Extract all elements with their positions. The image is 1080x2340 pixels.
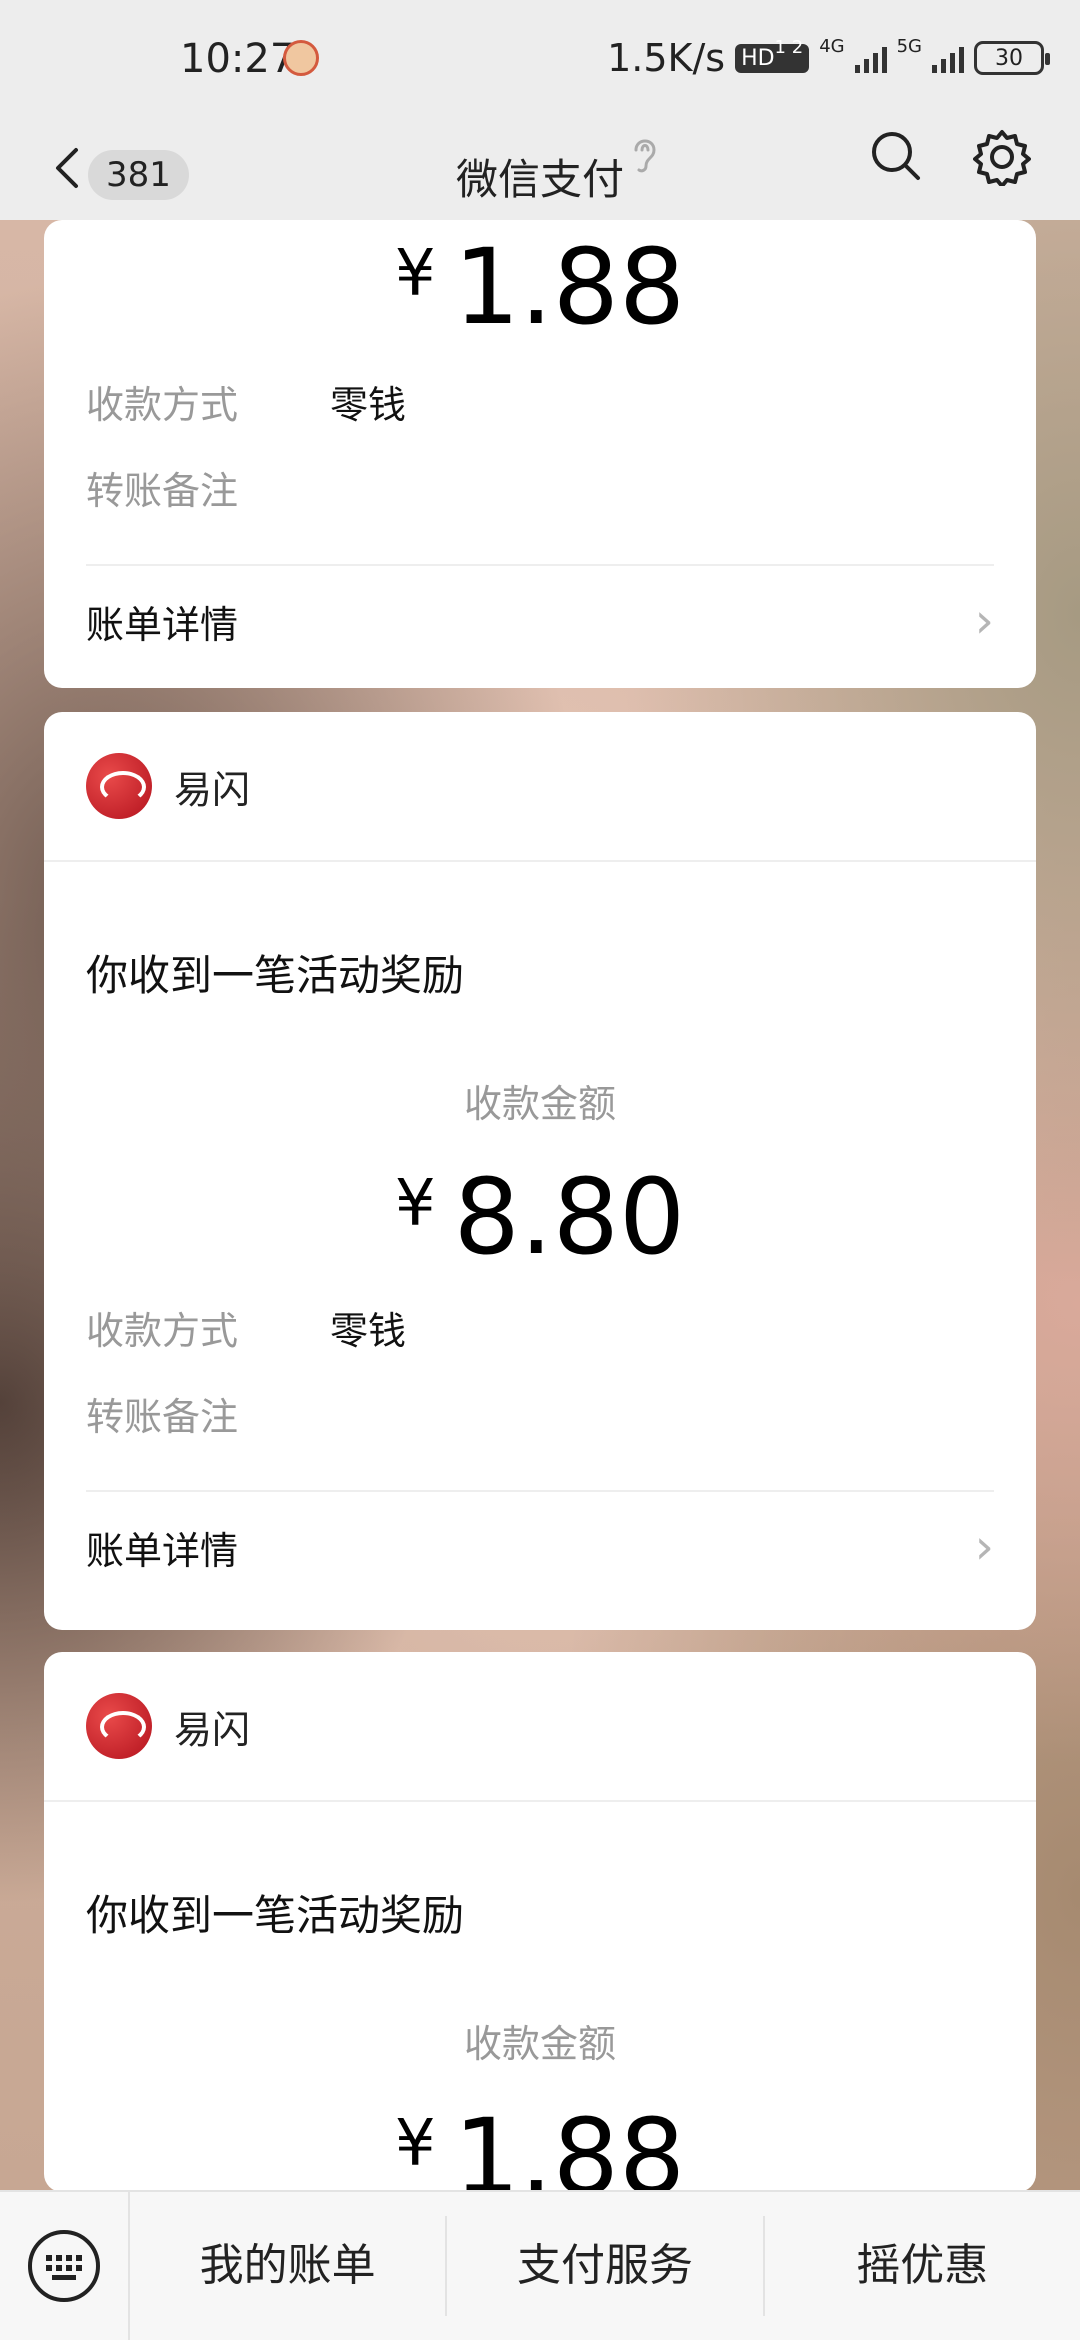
chevron-right-icon: › bbox=[974, 593, 994, 649]
payment-method-row: 收款方式 零钱 bbox=[44, 1284, 1036, 1370]
chevron-right-icon: › bbox=[974, 1519, 994, 1575]
transaction-card: ¥1.88 收款方式 零钱 转账备注 账单详情 › bbox=[44, 220, 1036, 688]
brand-logo-icon bbox=[86, 1693, 152, 1759]
card-header[interactable]: 易闪 bbox=[44, 712, 1036, 862]
clock: 10:27 bbox=[180, 36, 296, 82]
amount: ¥1.88 bbox=[44, 2096, 1036, 2192]
status-bar: 10:27 1.5K/s HD1 2 4G 5G 30 bbox=[0, 0, 1080, 120]
hd-icon: HD1 2 bbox=[735, 37, 810, 73]
status-right: 1.5K/s HD1 2 4G 5G 30 bbox=[607, 35, 1050, 80]
bill-detail-label: 账单详情 bbox=[86, 602, 239, 647]
amount: ¥1.88 bbox=[44, 226, 1036, 348]
keyboard-toggle[interactable] bbox=[0, 2191, 130, 2340]
bill-detail-label: 账单详情 bbox=[86, 1528, 239, 1573]
bottom-toolbar: 我的账单 支付服务 摇优惠 bbox=[0, 2190, 1080, 2340]
lte-label: 4G bbox=[819, 35, 845, 57]
currency-sign: ¥ bbox=[394, 2107, 436, 2181]
amount: ¥8.80 bbox=[44, 1156, 1036, 1278]
brand-logo-icon bbox=[86, 753, 152, 819]
amount-value: 1.88 bbox=[453, 2096, 686, 2192]
transaction-card: 易闪 你收到一笔活动奖励 收款金额 ¥1.88 bbox=[44, 1652, 1036, 2192]
gear-icon[interactable] bbox=[973, 128, 1031, 186]
tab-my-bills[interactable]: 我的账单 bbox=[130, 2216, 448, 2316]
ear-icon[interactable] bbox=[630, 132, 660, 174]
signal-icon bbox=[854, 43, 887, 73]
keyboard-icon bbox=[28, 2230, 100, 2302]
bill-detail-link[interactable]: 账单详情 › bbox=[44, 1492, 1036, 1602]
battery-icon: 30 bbox=[974, 41, 1050, 75]
card-title: 你收到一笔活动奖励 bbox=[86, 1891, 465, 1940]
brand-name: 易闪 bbox=[174, 767, 251, 812]
signal-icon-2 bbox=[932, 43, 964, 73]
currency-sign: ¥ bbox=[394, 1167, 436, 1241]
transfer-note-row: 转账备注 bbox=[44, 1370, 1036, 1456]
tab-shake-offers[interactable]: 摇优惠 bbox=[765, 2216, 1080, 2316]
card-title: 你收到一笔活动奖励 bbox=[86, 951, 465, 1000]
hd-sub: 1 2 bbox=[774, 36, 804, 58]
currency-sign: ¥ bbox=[394, 237, 436, 311]
brand-name: 易闪 bbox=[174, 1707, 251, 1752]
amount-value: 8.80 bbox=[453, 1156, 686, 1278]
amount-label: 收款金额 bbox=[463, 2022, 616, 2066]
payment-method-value: 零钱 bbox=[330, 382, 407, 427]
notification-emoji-icon bbox=[283, 40, 319, 76]
transfer-note-row: 转账备注 bbox=[44, 444, 1036, 530]
fiveg-label: 5G bbox=[896, 35, 922, 57]
payment-method-row: 收款方式 零钱 bbox=[44, 358, 1036, 444]
amount-label: 收款金额 bbox=[463, 1082, 616, 1126]
tab-payment-services[interactable]: 支付服务 bbox=[447, 2216, 765, 2316]
transaction-card: 易闪 你收到一笔活动奖励 收款金额 ¥8.80 收款方式 零钱 转账备注 账单详… bbox=[44, 712, 1036, 1630]
amount-value: 1.88 bbox=[453, 226, 686, 348]
transfer-note-label: 转账备注 bbox=[86, 468, 239, 513]
search-icon[interactable] bbox=[868, 128, 924, 184]
payment-method-label: 收款方式 bbox=[86, 382, 239, 427]
network-speed: 1.5K/s bbox=[607, 36, 726, 80]
bill-detail-link[interactable]: 账单详情 › bbox=[44, 566, 1036, 676]
payment-method-value: 零钱 bbox=[330, 1308, 407, 1353]
transfer-note-label: 转账备注 bbox=[86, 1394, 239, 1439]
card-header[interactable]: 易闪 bbox=[44, 1652, 1036, 1802]
payment-method-label: 收款方式 bbox=[86, 1308, 239, 1353]
